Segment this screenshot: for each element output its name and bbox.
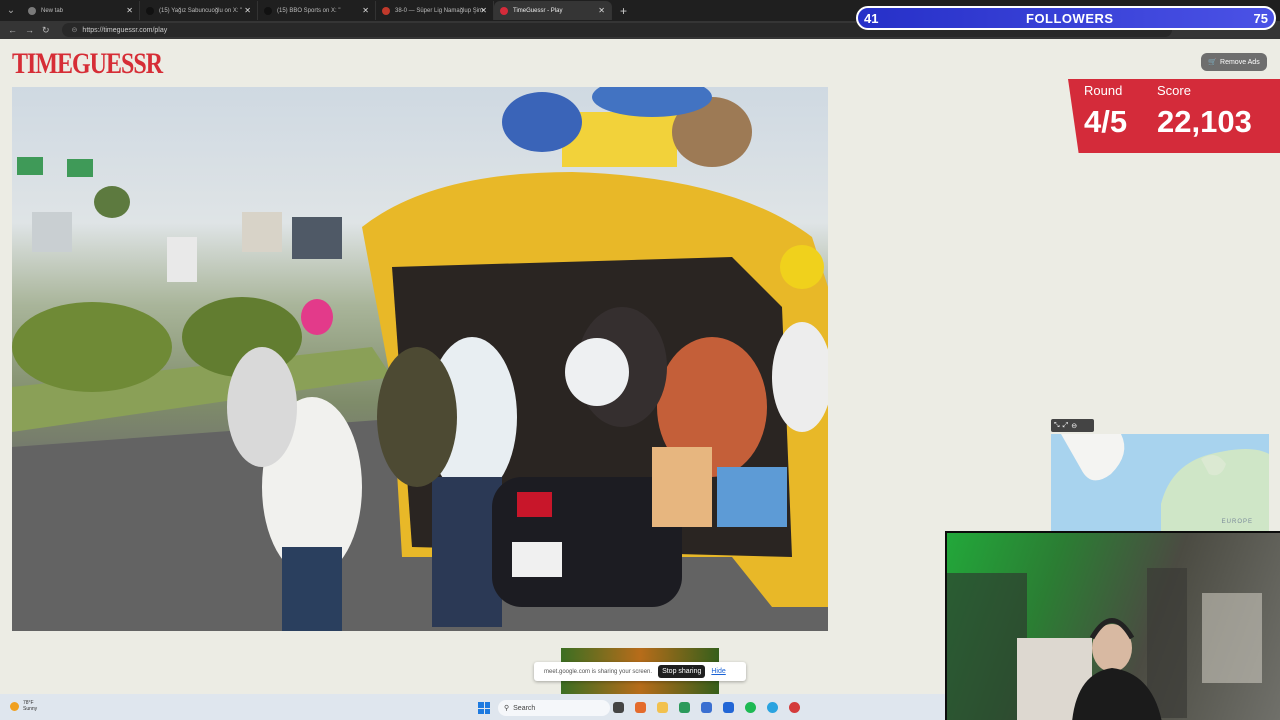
obs-icon[interactable] [789,702,800,713]
followers-goal-bar: 41 FOLLOWERS 75 [856,6,1276,30]
site-logo[interactable]: TIMEGUESSR [12,48,163,82]
expand-map-icon[interactable]: ⤡ [1054,422,1060,430]
map-toolbar: ⤡ ⤢ ⊖ [1051,419,1094,432]
webcam-scene [947,568,1262,720]
score-label: Score [1157,83,1191,98]
tab-2[interactable]: (15) BBO Sports on X: " ✕ [258,1,376,20]
guess-map[interactable]: EUROPE [1051,434,1269,531]
new-tab-icon[interactable]: + [620,4,627,18]
round-value: 4/5 [1084,104,1128,139]
followers-title: FOLLOWERS [1026,11,1114,26]
back-icon[interactable]: ← [8,25,17,35]
followers-goal: 75 [1253,11,1268,26]
tab-3[interactable]: 38-0 — Süper Lig Namağlup Şim ✕ [376,1,494,20]
tab-label: (15) Yağız Sabuncuoğlu on X: " [159,7,243,14]
reload-icon[interactable]: ↻ [42,25,50,36]
tab-label: TimeGuessr - Play [513,7,563,14]
taskbar-search[interactable]: ⚲ Search [498,700,610,716]
telegram-icon[interactable] [767,702,778,713]
tab-favicon-icon [264,6,272,15]
store-icon[interactable] [701,702,712,713]
url-text: https://timeguessr.com/play [82,26,168,34]
tab-favicon-icon [382,6,390,15]
map-region-label: EUROPE [1221,519,1253,525]
chrome-icon[interactable] [679,702,690,713]
tab-favicon-icon [146,6,154,15]
round-label: Round [1084,83,1123,98]
share-message: meet.google.com is sharing your screen. [544,668,653,675]
weather-condition: Sunny [23,706,38,712]
score-panel: Round Score 4/5 22,103 [1068,79,1280,153]
site-info-icon[interactable]: ⊝ [72,26,78,34]
remove-ads-label: Remove Ads [1220,58,1260,66]
followers-current: 41 [864,11,879,26]
cart-icon: 🛒 [1208,59,1218,66]
close-tab-icon[interactable]: ✕ [126,6,133,15]
task-view-icon[interactable] [613,702,624,713]
tab-1[interactable]: (15) Yağız Sabuncuoğlu on X: " ✕ [140,1,258,20]
forward-icon[interactable]: → [25,25,34,35]
tab-0[interactable]: New tab ✕ [22,1,140,20]
dropbox-icon[interactable] [723,702,734,713]
sun-icon [10,701,19,711]
tab-favicon-icon [500,6,508,15]
photo-illustration [12,87,828,631]
tab-label: 38-0 — Süper Lig Namağlup Şim [395,7,484,14]
tab-label: New tab [41,7,64,14]
spotify-icon[interactable] [745,702,756,713]
tab-search-icon[interactable]: ⌄ [0,5,22,16]
file-explorer-icon[interactable] [657,702,668,713]
close-tab-icon[interactable]: ✕ [598,6,605,15]
round-photo [12,87,828,631]
stop-sharing-button[interactable]: Stop sharing [658,665,706,678]
close-tab-icon[interactable]: ✕ [362,6,369,15]
shrink-map-icon[interactable]: ⤢ [1063,422,1069,430]
search-label: Search [513,704,536,712]
score-value: 22,103 [1157,104,1252,139]
screen-share-bar: meet.google.com is sharing your screen. … [534,662,746,681]
tab-label: (15) BBO Sports on X: " [277,7,341,14]
search-icon: ⚲ [504,705,510,712]
hide-share-link[interactable]: Hide [711,668,725,675]
remove-ads-button[interactable]: 🛒 Remove Ads [1201,53,1267,71]
windows-start-icon[interactable] [478,702,490,714]
tab-4[interactable]: TimeGuessr - Play ✕ [494,1,612,20]
taskbar: 78°F Sunny ⚲ Search [0,694,945,720]
pin-map-icon[interactable]: ⊖ [1071,422,1077,430]
webcam-feed [945,531,1280,720]
weather-widget[interactable]: 78°F Sunny [10,700,37,712]
tab-favicon-icon [28,6,36,15]
copilot-icon[interactable] [635,702,646,713]
close-tab-icon[interactable]: ✕ [244,6,251,15]
close-tab-icon[interactable]: ✕ [480,6,487,15]
map-landmass [1061,434,1269,531]
